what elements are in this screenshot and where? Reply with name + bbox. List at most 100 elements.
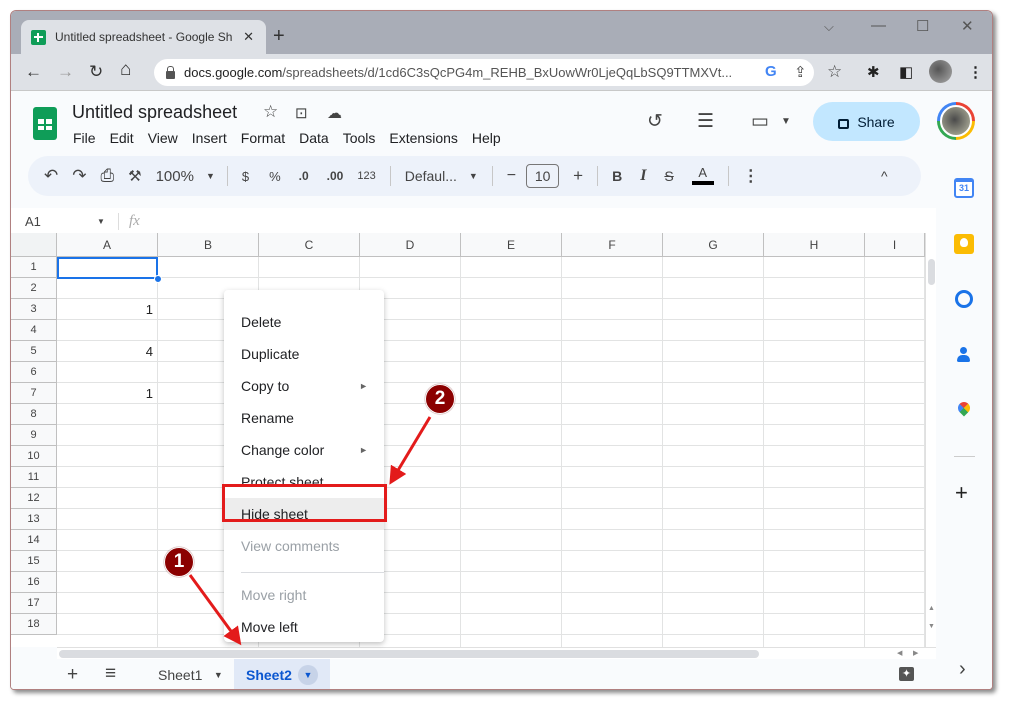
sheets-logo-icon[interactable]: [33, 107, 57, 140]
menu-extensions[interactable]: Extensions: [389, 130, 457, 146]
row-header-8[interactable]: 8: [11, 404, 57, 425]
column-header-a[interactable]: A: [57, 233, 158, 257]
menu-item-duplicate[interactable]: Duplicate: [224, 338, 384, 370]
side-panel-toggle[interactable]: ›: [959, 658, 966, 681]
more-options-icon[interactable]: ⋮: [743, 166, 759, 186]
column-header-c[interactable]: C: [259, 233, 360, 257]
row-header-2[interactable]: 2: [11, 278, 57, 299]
browser-tab[interactable]: Untitled spreadsheet - Google Sh ✕: [21, 20, 266, 54]
menu-insert[interactable]: Insert: [192, 130, 227, 146]
increase-decimal-button[interactable]: .00: [327, 169, 344, 183]
account-avatar[interactable]: [937, 102, 975, 140]
menu-view[interactable]: View: [148, 130, 178, 146]
name-box[interactable]: A1 ▼: [25, 214, 109, 229]
paint-format-icon[interactable]: ⚒: [128, 167, 141, 185]
maximize-button[interactable]: ☐: [916, 17, 929, 35]
tab-search-icon[interactable]: ⌵: [824, 19, 834, 35]
close-window-button[interactable]: ✕: [961, 17, 974, 35]
keep-icon[interactable]: [954, 234, 974, 254]
row-header-10[interactable]: 10: [11, 446, 57, 467]
bookmark-star-icon[interactable]: ☆: [827, 62, 842, 82]
reload-button[interactable]: ↻: [89, 62, 103, 82]
scroll-down-icon[interactable]: ▼: [928, 623, 935, 630]
italic-button[interactable]: I: [640, 167, 646, 185]
decrease-decimal-button[interactable]: .0: [299, 169, 309, 183]
sheet-tab-sheet2[interactable]: Sheet2 ▼: [234, 659, 330, 689]
side-panel-icon[interactable]: ◧: [899, 63, 913, 81]
column-header-d[interactable]: D: [360, 233, 461, 257]
menu-item-copy-to[interactable]: Copy to ►: [224, 370, 384, 402]
scroll-right-icon[interactable]: ▶: [913, 649, 918, 657]
menu-format[interactable]: Format: [241, 130, 285, 146]
chevron-down-icon[interactable]: ▼: [208, 665, 228, 685]
text-color-button[interactable]: A: [691, 166, 714, 185]
row-header-7[interactable]: 7: [11, 383, 57, 404]
column-header-i[interactable]: I: [865, 233, 925, 257]
explore-button[interactable]: ✦: [899, 667, 914, 681]
add-addon-button[interactable]: +: [955, 480, 968, 506]
cloud-saved-icon[interactable]: ☁: [327, 104, 342, 122]
sheet-tab-sheet1[interactable]: Sheet1 ▼: [146, 659, 240, 689]
row-header-1[interactable]: 1: [11, 257, 57, 278]
column-header-g[interactable]: G: [663, 233, 764, 257]
contacts-icon[interactable]: [954, 346, 974, 366]
google-lens-icon[interactable]: G: [765, 63, 777, 80]
row-header-9[interactable]: 9: [11, 425, 57, 446]
url-input[interactable]: docs.google.com/spreadsheets/d/1cd6C3sQc…: [154, 59, 842, 86]
all-sheets-button[interactable]: ≡: [105, 663, 116, 685]
percent-format-button[interactable]: %: [269, 169, 281, 184]
row-header-11[interactable]: 11: [11, 467, 57, 488]
minimize-button[interactable]: —: [871, 17, 886, 34]
row-header-12[interactable]: 12: [11, 488, 57, 509]
row-header-15[interactable]: 15: [11, 551, 57, 572]
vertical-scroll-thumb[interactable]: [928, 259, 935, 285]
column-header-b[interactable]: B: [158, 233, 259, 257]
extensions-icon[interactable]: ✱: [867, 63, 880, 81]
maps-icon[interactable]: [954, 399, 974, 421]
meet-dropdown-icon[interactable]: ▼: [781, 116, 791, 127]
star-icon[interactable]: ☆: [263, 102, 278, 122]
cell-a7[interactable]: 1: [57, 386, 153, 401]
row-header-16[interactable]: 16: [11, 572, 57, 593]
currency-format-button[interactable]: $: [242, 169, 249, 184]
menu-tools[interactable]: Tools: [343, 130, 376, 146]
print-icon[interactable]: ⎙: [101, 166, 115, 186]
document-title[interactable]: Untitled spreadsheet: [72, 102, 237, 123]
zoom-select[interactable]: 100% ▼: [156, 168, 215, 185]
font-select[interactable]: Defaul... ▼: [405, 168, 478, 184]
vertical-scrollbar[interactable]: ▲ ▼: [925, 233, 936, 647]
meet-icon[interactable]: ▭: [751, 110, 769, 133]
menu-item-rename[interactable]: Rename: [224, 402, 384, 434]
comments-icon[interactable]: ☰: [697, 110, 714, 133]
new-tab-button[interactable]: +: [273, 25, 285, 48]
menu-item-move-left[interactable]: Move left: [224, 611, 384, 643]
back-button[interactable]: ←: [25, 62, 42, 82]
column-header-f[interactable]: F: [562, 233, 663, 257]
row-header-17[interactable]: 17: [11, 593, 57, 614]
font-size-input[interactable]: 10: [526, 164, 560, 188]
strikethrough-button[interactable]: S: [664, 168, 673, 184]
redo-icon[interactable]: ↷: [72, 166, 86, 186]
row-header-6[interactable]: 6: [11, 362, 57, 383]
horizontal-scrollbar[interactable]: ◀ ▶: [57, 647, 936, 659]
menu-help[interactable]: Help: [472, 130, 501, 146]
scroll-left-icon[interactable]: ◀: [897, 649, 902, 657]
share-button[interactable]: Share: [813, 102, 920, 141]
column-header-h[interactable]: H: [764, 233, 865, 257]
horizontal-scroll-thumb[interactable]: [59, 650, 759, 658]
tab-close-icon[interactable]: ✕: [243, 29, 254, 45]
select-all-corner[interactable]: [11, 233, 57, 257]
cell-a5[interactable]: 4: [57, 344, 153, 359]
row-header-4[interactable]: 4: [11, 320, 57, 341]
forward-button[interactable]: →: [57, 62, 74, 82]
formula-input[interactable]: [153, 208, 923, 234]
collapse-menus-icon[interactable]: ^: [881, 168, 888, 184]
menu-item-delete[interactable]: Delete: [224, 306, 384, 338]
menu-item-change-color[interactable]: Change color ►: [224, 434, 384, 466]
font-size-decrease-button[interactable]: −: [507, 167, 516, 185]
browser-menu-icon[interactable]: ⋮: [968, 63, 983, 81]
menu-edit[interactable]: Edit: [110, 130, 134, 146]
add-sheet-button[interactable]: +: [67, 664, 78, 686]
move-folder-icon[interactable]: ⊡: [295, 104, 308, 122]
more-formats-button[interactable]: 123: [357, 170, 375, 182]
